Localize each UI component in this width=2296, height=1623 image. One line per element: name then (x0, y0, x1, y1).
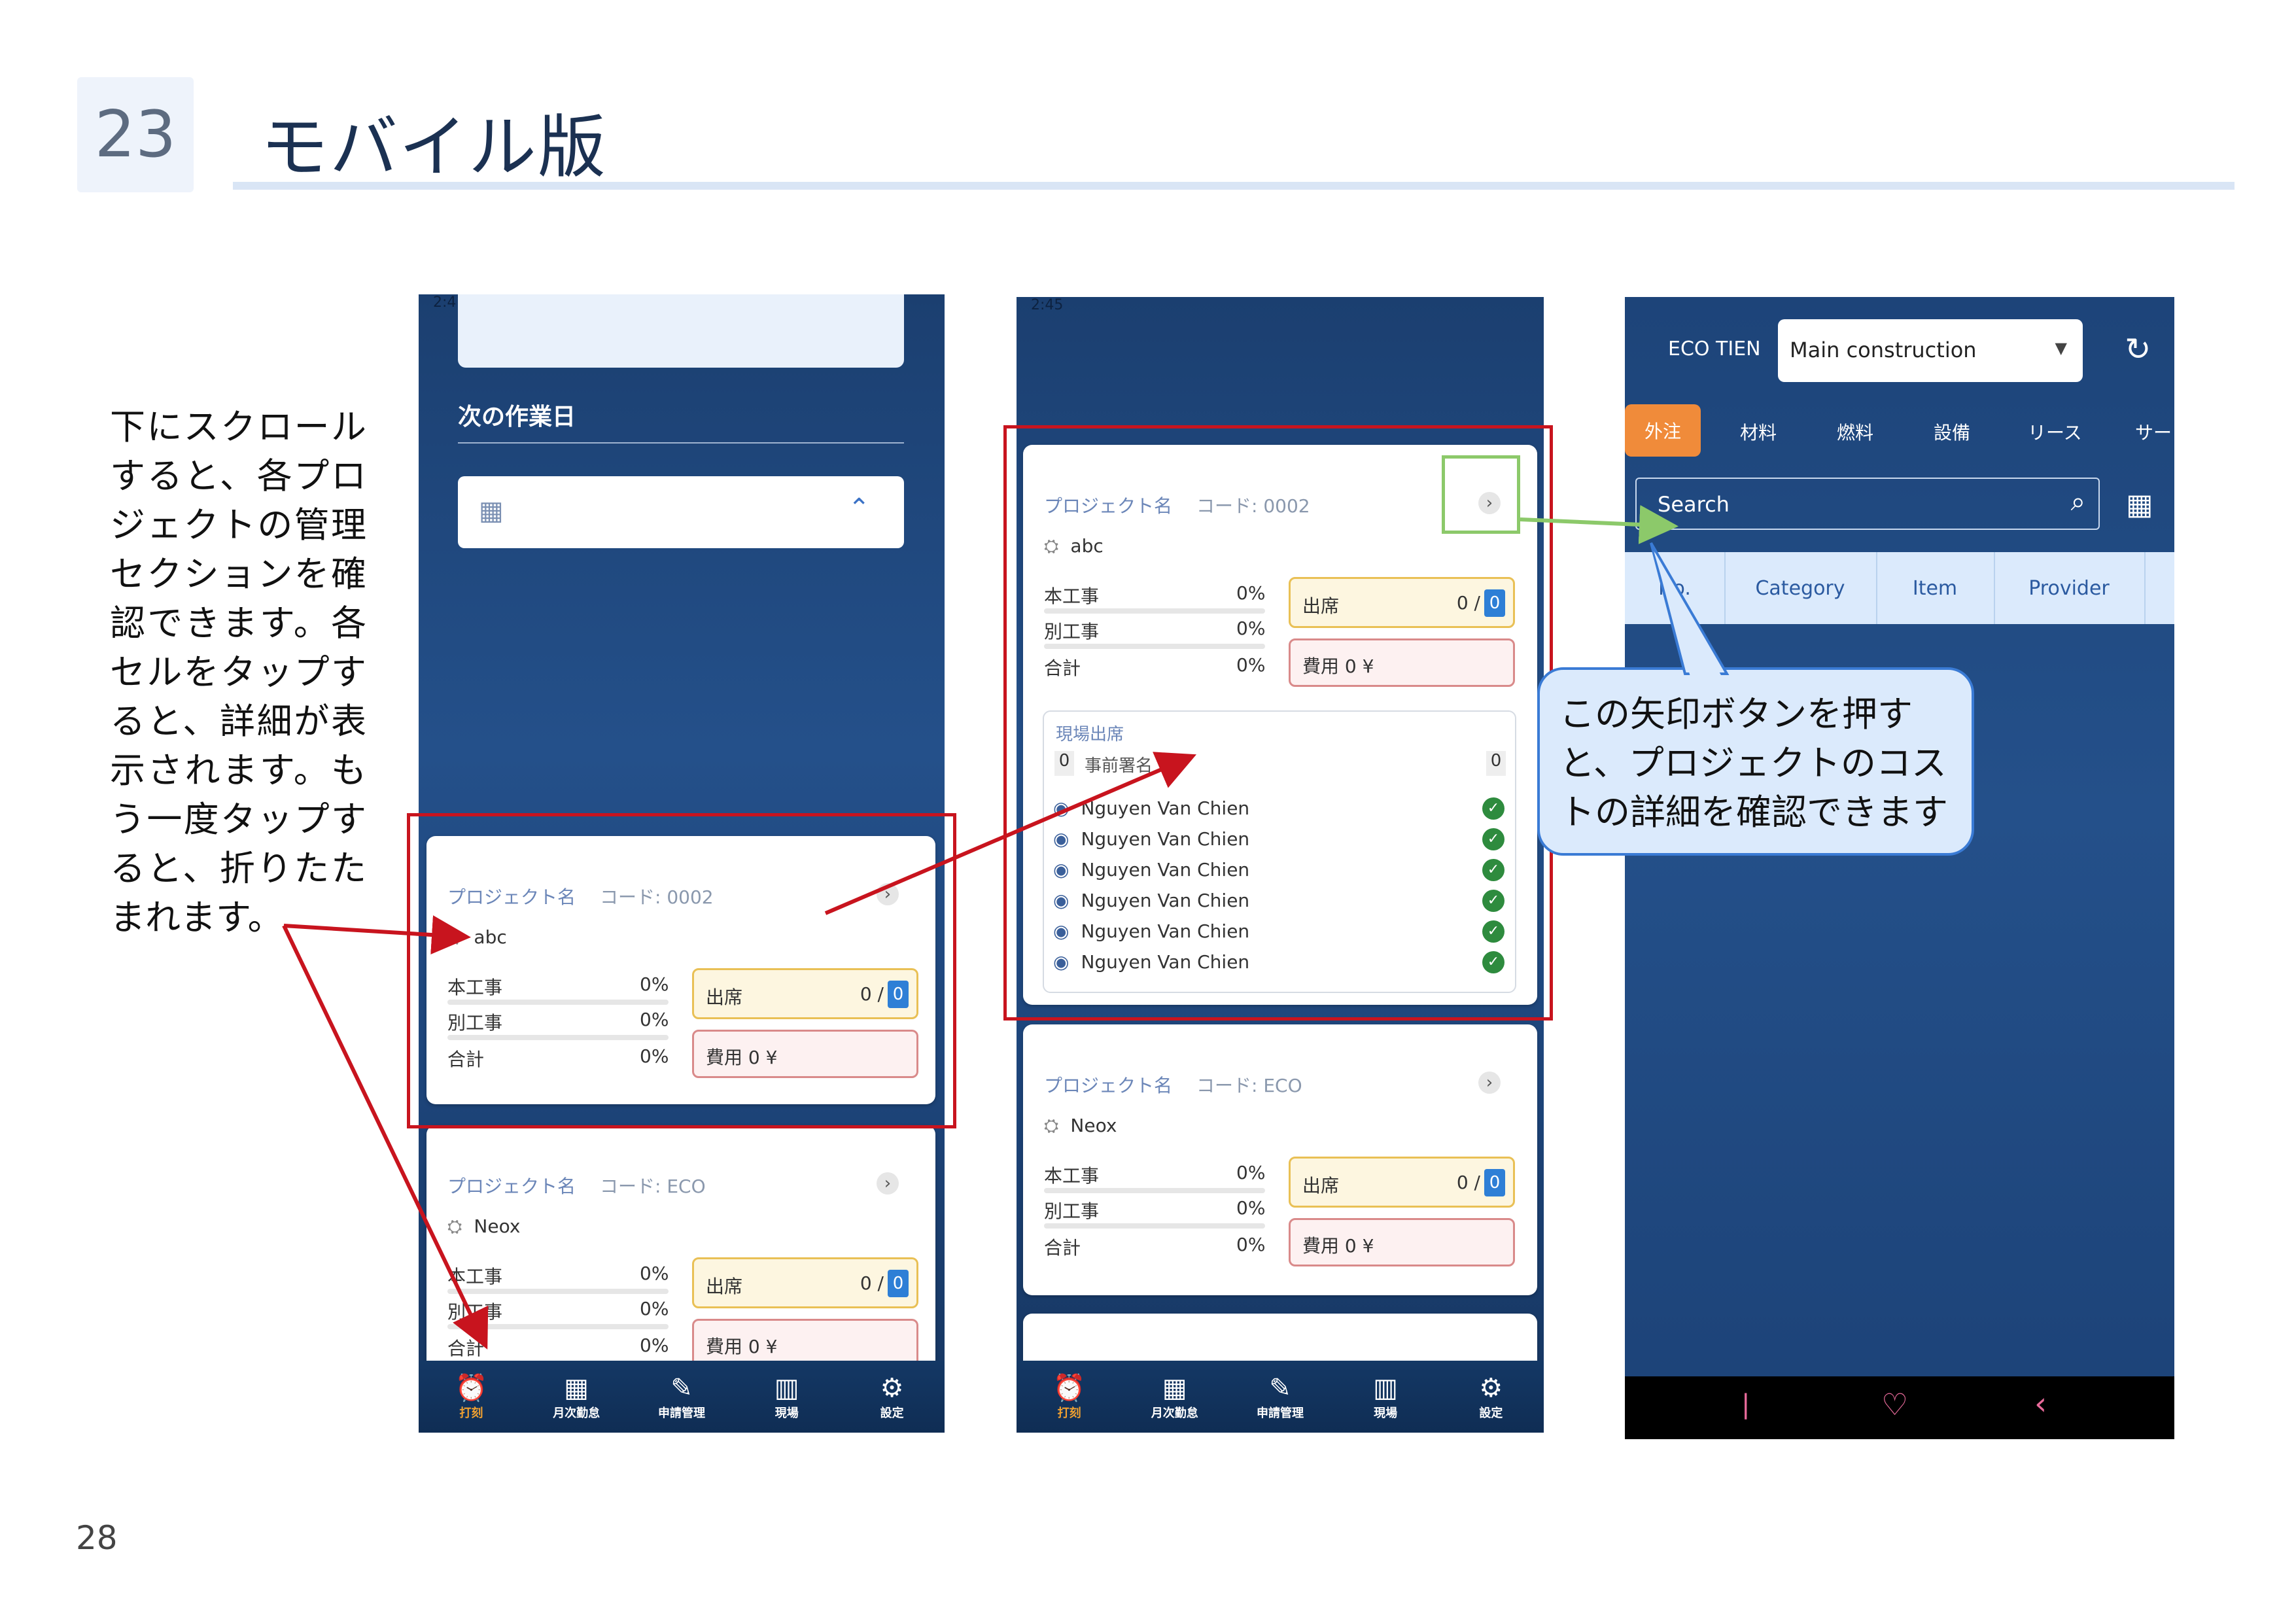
arrow-card-to-expanded (824, 752, 1197, 915)
arrow-description-to-card (283, 915, 471, 954)
annotation-arrows (282, 504, 1730, 1350)
arrow-chevron-to-costs (1520, 504, 1679, 544)
arrow-description-to-rows (282, 924, 489, 1350)
